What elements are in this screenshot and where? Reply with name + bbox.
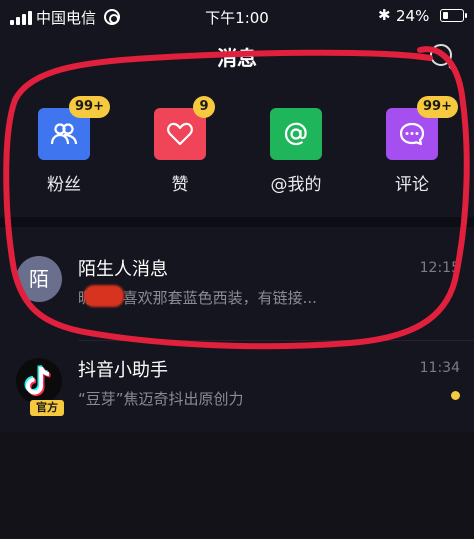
heart-icon [167, 122, 193, 146]
item-time: 12:15 [419, 260, 460, 276]
item-title: 陌生人消息 [78, 259, 168, 280]
section-divider [0, 217, 474, 227]
category-label-comments: 评论 [395, 175, 429, 195]
contacts-search-icon[interactable] [430, 44, 452, 66]
category-label-mentions: @我的 [270, 175, 322, 195]
list-item-stranger-messages[interactable]: 陌 陌生人消息 昵 花: 喜欢那套蓝色西装，有链接... 12:15 [0, 236, 474, 316]
page-title: 消息 [217, 46, 257, 70]
comments-badge: 99+ [417, 96, 458, 118]
fans-badge: 99+ [69, 96, 110, 118]
fans-icon [50, 123, 78, 145]
row-divider [78, 340, 474, 341]
avatar: 陌 [16, 256, 62, 302]
mentions-tile[interactable] [270, 108, 322, 160]
list-item-assistant[interactable]: 抖音小助手 “豆芽”焦迈奇抖出原创力 11:34 [0, 348, 474, 428]
at-icon [284, 122, 307, 146]
item-title: 抖音小助手 [78, 360, 168, 381]
item-preview: “豆芽”焦迈奇抖出原创力 [78, 390, 244, 408]
bluetooth-icon: ✱ [378, 6, 391, 24]
official-badge: 官方 [30, 400, 64, 416]
unread-dot [451, 391, 460, 400]
category-fans[interactable]: 99+ 粉丝 [19, 96, 110, 198]
category-label-fans: 粉丝 [47, 175, 81, 195]
battery-icon [440, 9, 467, 22]
category-label-likes: 赞 [171, 175, 189, 195]
likes-badge: 9 [193, 96, 215, 118]
item-time: 11:34 [419, 360, 460, 376]
category-comments[interactable]: 99+ 评论 [367, 96, 458, 198]
category-mentions[interactable]: @我的 [251, 108, 341, 198]
category-likes[interactable]: 9 赞 [135, 96, 225, 198]
tiktok-logo-icon [16, 358, 62, 404]
empty-list-area [0, 432, 474, 539]
battery-percent: 24% [396, 7, 430, 25]
status-bar: 中国电信 下午1:00 ✱ 24% [0, 0, 474, 34]
comment-icon [399, 122, 425, 146]
privacy-blur [84, 285, 124, 307]
